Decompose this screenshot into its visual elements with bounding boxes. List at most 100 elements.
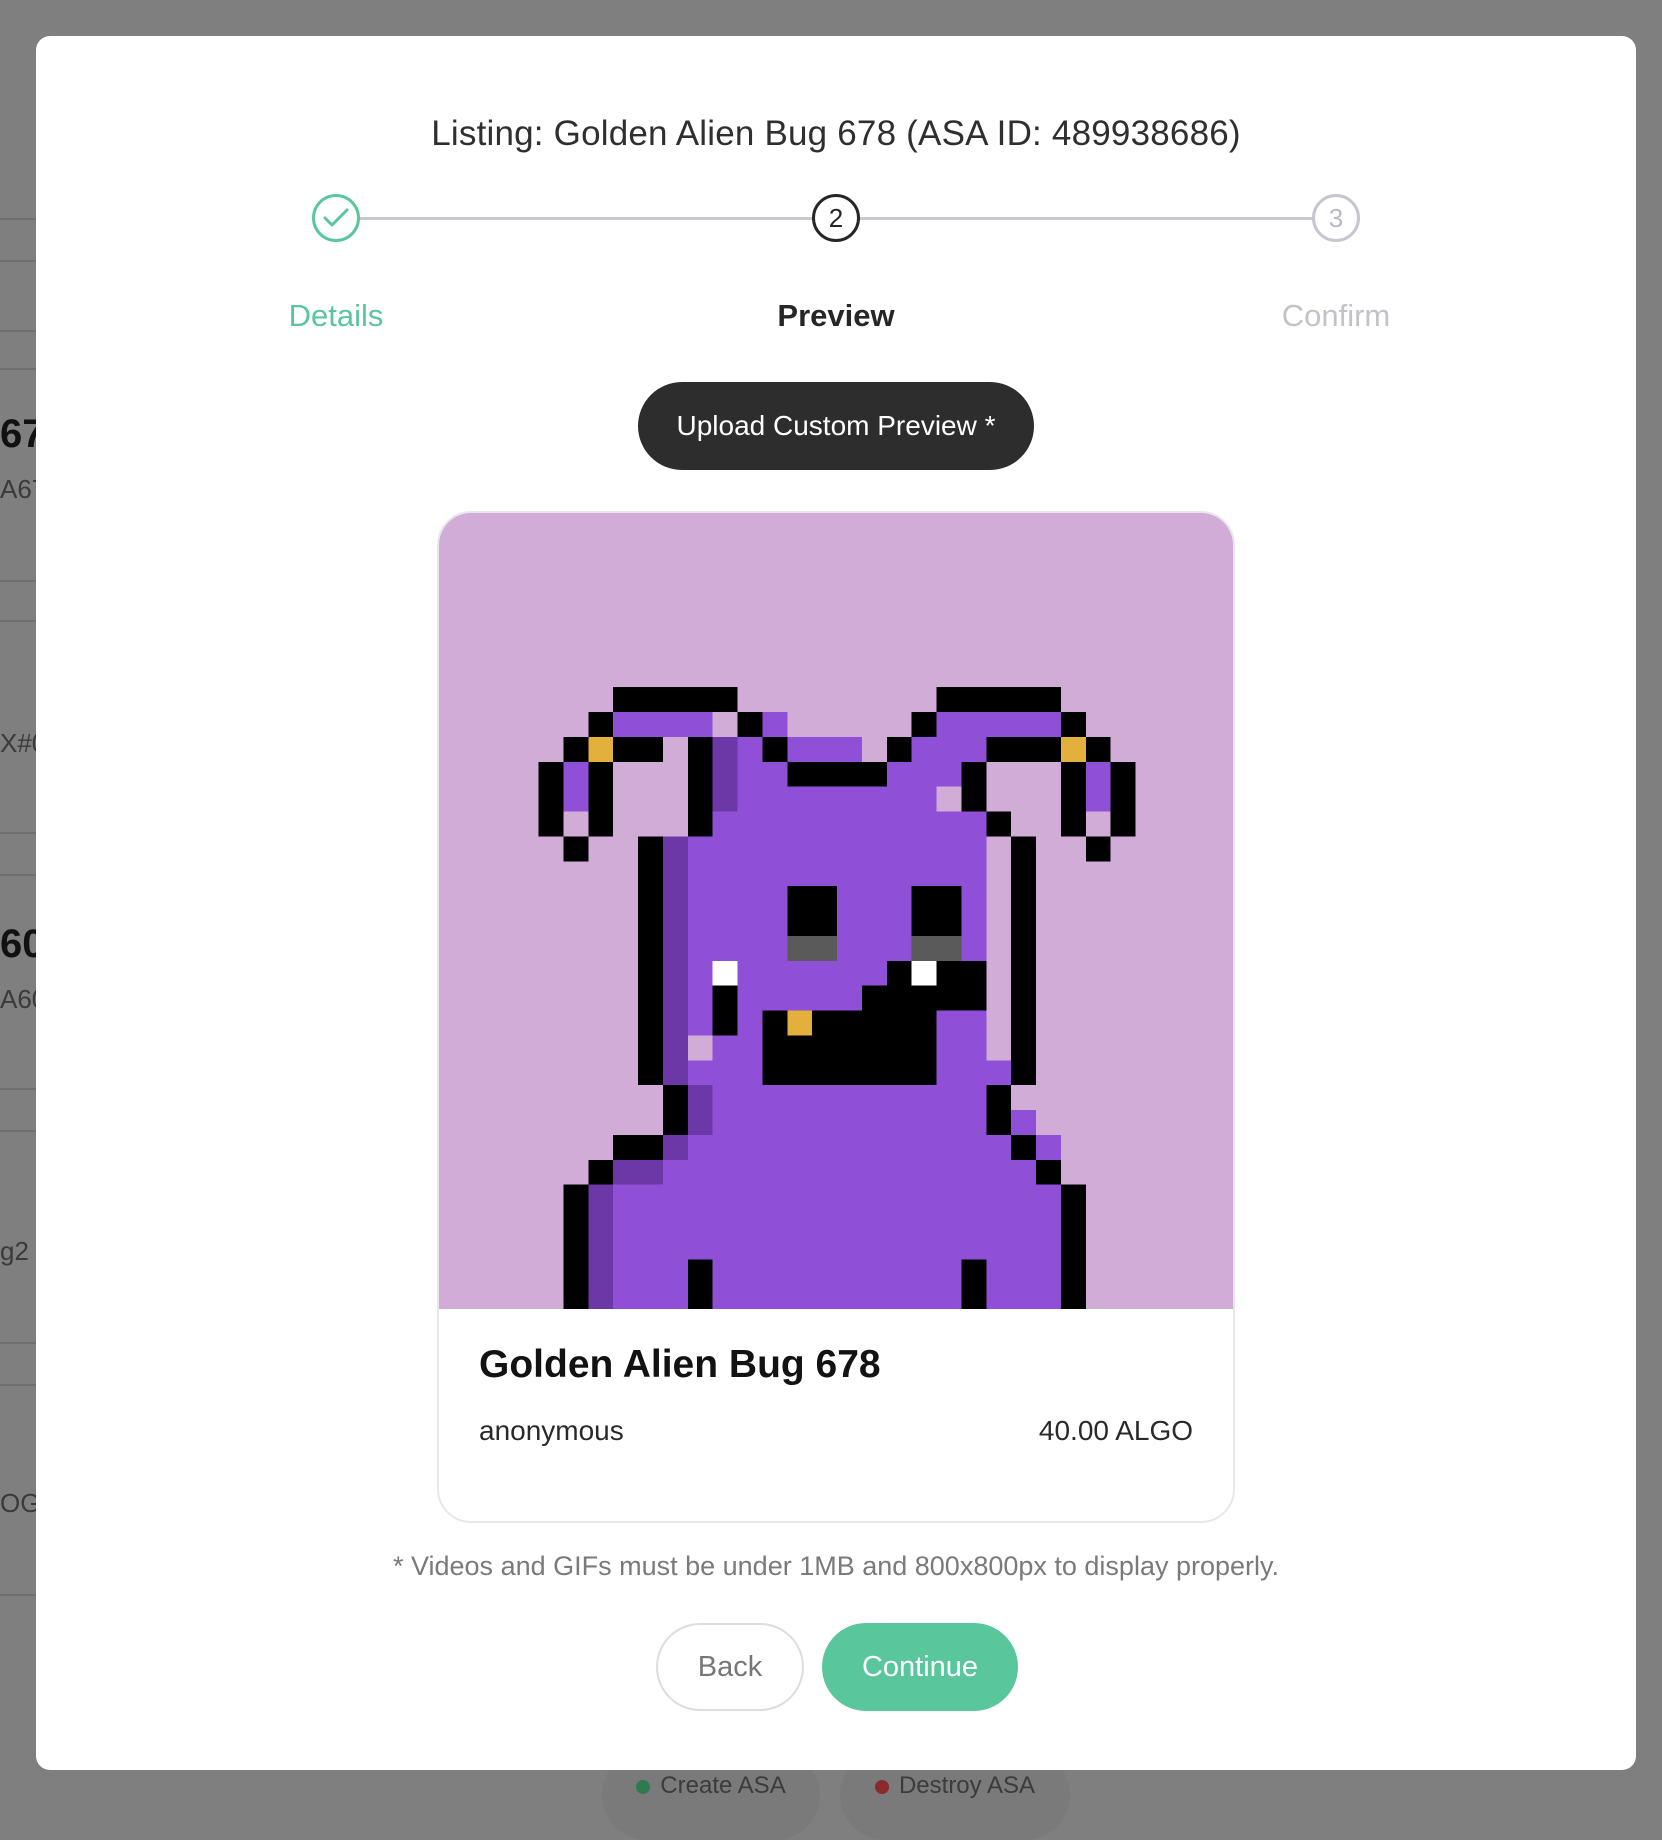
bg-divider xyxy=(0,1342,40,1344)
alien-pixel xyxy=(1085,836,1111,862)
nft-price: 40.00 ALGO xyxy=(1038,1415,1193,1446)
bg-divider xyxy=(0,832,40,834)
alien-pixel xyxy=(986,736,1061,762)
status-dot-icon xyxy=(636,1780,651,1794)
step-preview-number: 2 xyxy=(812,194,860,242)
alien-pixel xyxy=(886,960,912,986)
nft-name: Golden Alien Bug 678 xyxy=(479,1343,881,1386)
alien-pixel xyxy=(1036,1159,1061,1185)
alien-pixel xyxy=(563,836,589,862)
step-preview-label: Preview xyxy=(777,298,895,333)
alien-pixel xyxy=(588,736,614,762)
alien-pixel xyxy=(737,712,763,737)
alien-pixel xyxy=(712,985,738,1036)
alien-pixel xyxy=(712,736,738,787)
listing-modal: Listing: Golden Alien Bug 678 (ASA ID: 4… xyxy=(36,36,1636,1770)
alien-pixel xyxy=(687,1259,713,1309)
alien-pixel xyxy=(737,786,937,812)
bg-asset-fragment: 60 xyxy=(0,922,40,966)
alien-pixel xyxy=(687,761,713,812)
alien-pixel xyxy=(911,886,962,936)
alien-pixel xyxy=(861,985,987,1011)
alien-pixel xyxy=(911,712,937,737)
alien-pixel xyxy=(787,761,887,787)
status-dot-icon xyxy=(874,1780,889,1794)
alien-pixel xyxy=(563,736,589,762)
alien-pixel xyxy=(1060,1184,1086,1309)
alien-pixel xyxy=(687,736,713,762)
alien-pixel xyxy=(1060,736,1086,762)
alien-pixel xyxy=(613,712,713,737)
modal-title: Listing: Golden Alien Bug 678 (ASA ID: 4… xyxy=(431,114,1241,153)
stepper-connector xyxy=(336,217,836,220)
alien-pixel xyxy=(662,1110,1036,1135)
alien-pixel xyxy=(613,1134,1061,1309)
alien-pixel xyxy=(638,836,663,1086)
alien-pixel xyxy=(662,1134,688,1160)
alien-pixel xyxy=(588,1159,614,1185)
nft-preview-card: Golden Alien Bug 678 anonymous 40.00 ALG… xyxy=(437,511,1235,1523)
continue-button[interactable]: Continue xyxy=(822,1623,1018,1711)
step-details-check-icon xyxy=(312,194,360,242)
alien-pixel xyxy=(911,935,962,961)
alien-pixel xyxy=(1110,761,1136,837)
alien-pixel xyxy=(563,1184,589,1309)
alien-pixel xyxy=(986,1085,1012,1135)
alien-pixel xyxy=(712,960,738,986)
bg-divider xyxy=(0,368,40,370)
bg-asset-fragment: g2 xyxy=(0,1236,29,1266)
alien-pixel xyxy=(588,761,614,837)
bg-asset-fragment: OGE xyxy=(0,1488,40,1518)
alien-pixel xyxy=(961,786,987,812)
alien-pixel xyxy=(787,736,862,762)
alien-pixel xyxy=(1085,761,1111,812)
back-button[interactable]: Back xyxy=(656,1623,804,1711)
alien-pixel xyxy=(687,811,713,837)
alien-pixel xyxy=(1011,1134,1036,1160)
bg-divider xyxy=(0,1594,40,1596)
alien-pixel xyxy=(787,1010,813,1036)
alien-pixel xyxy=(886,736,912,762)
alien-pixel xyxy=(662,836,688,1086)
nft-image xyxy=(439,513,1233,1309)
alien-pixel xyxy=(588,1184,614,1309)
alien-bug-pixel-art xyxy=(538,687,1136,1309)
alien-pixel xyxy=(613,687,738,712)
alien-pixel xyxy=(613,1134,663,1160)
alien-pixel xyxy=(613,1159,663,1185)
bg-divider xyxy=(0,580,40,582)
bg-asset-fragment: A67 xyxy=(0,474,40,504)
alien-pixel xyxy=(712,786,738,812)
bg-asset-fragment: A60 xyxy=(0,984,40,1014)
bg-divider xyxy=(0,1088,40,1090)
alien-pixel xyxy=(563,761,589,812)
alien-pixel xyxy=(762,736,788,762)
alien-pixel xyxy=(1085,736,1111,762)
alien-pixel xyxy=(1060,712,1086,737)
alien-pixel xyxy=(961,712,1061,737)
nft-creator: anonymous xyxy=(479,1415,624,1446)
step-details-label: Details xyxy=(288,298,384,333)
alien-pixel xyxy=(936,687,1061,712)
bg-asset-fragment: X#0 xyxy=(0,728,40,758)
alien-pixel xyxy=(1060,761,1086,837)
alien-pixel xyxy=(787,886,837,936)
bg-divider xyxy=(0,874,40,876)
upload-custom-preview-button[interactable]: Upload Custom Preview * xyxy=(638,382,1034,470)
bg-divider xyxy=(0,330,40,332)
step-confirm-label: Confirm xyxy=(1281,298,1391,333)
alien-pixel xyxy=(762,1035,887,1061)
alien-pixel xyxy=(986,811,1012,837)
alien-pixel xyxy=(787,935,837,961)
alien-pixel xyxy=(588,712,614,737)
alien-pixel xyxy=(687,1085,713,1135)
alien-pixel xyxy=(662,1085,688,1135)
alien-pixel xyxy=(911,960,937,986)
alien-pixel xyxy=(1011,836,1036,1086)
stepper-connector xyxy=(836,217,1336,220)
alien-pixel xyxy=(961,1259,987,1309)
bg-divider xyxy=(0,218,40,220)
alien-pixel xyxy=(538,761,564,837)
media-size-note: * Videos and GIFs must be under 1MB and … xyxy=(392,1551,1280,1581)
bg-divider xyxy=(0,1384,40,1386)
